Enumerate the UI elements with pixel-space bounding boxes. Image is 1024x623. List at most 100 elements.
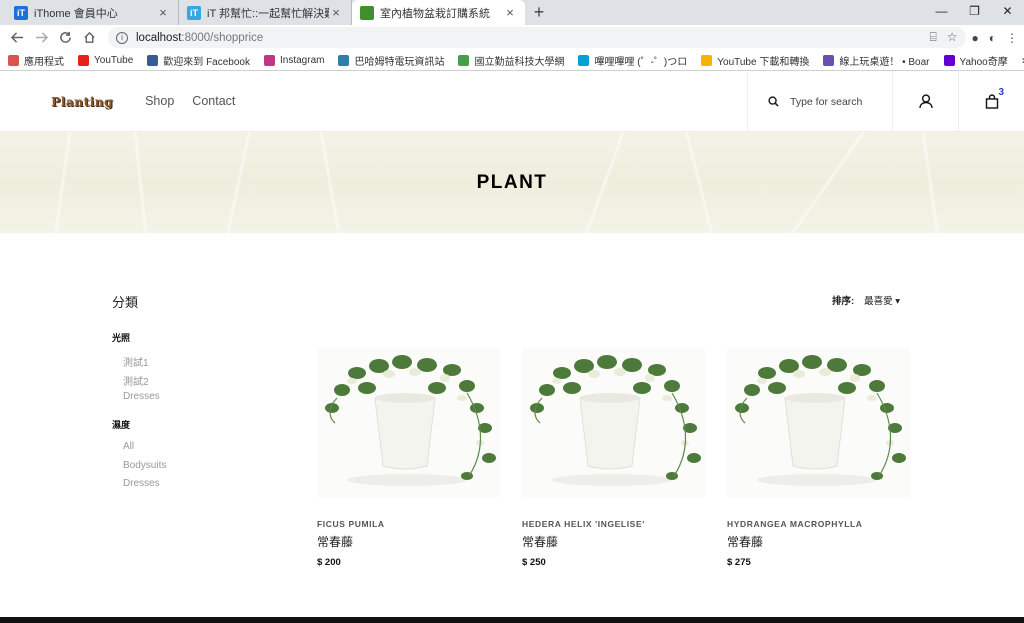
search-icon bbox=[768, 96, 779, 107]
bookmark-label: 歡迎來到 Facebook bbox=[163, 56, 250, 68]
reload-button[interactable] bbox=[54, 27, 76, 49]
filter-item[interactable]: Dresses bbox=[123, 391, 160, 402]
product-card[interactable]: HEDERA HELIX 'INGELISE' 常春藤 $ 250 bbox=[522, 348, 705, 568]
product-price: $ 250 bbox=[522, 557, 546, 568]
bookmark-ncut[interactable]: 國立勤益科技大學網 bbox=[458, 53, 564, 68]
bookmark-yt-download[interactable]: YouTube 下載和轉換 bbox=[701, 53, 809, 68]
nav-shop[interactable]: Shop bbox=[145, 94, 174, 108]
product-name[interactable]: 常春藤 bbox=[317, 533, 500, 550]
sort-control: 排序: 最喜愛 ▾ bbox=[832, 293, 900, 307]
tab-close-icon[interactable]: × bbox=[329, 5, 343, 20]
user-icon bbox=[918, 94, 933, 109]
bookmark-boardgame[interactable]: 線上玩桌遊！ • Boar bbox=[823, 53, 930, 68]
search-box[interactable]: Type for search bbox=[747, 71, 892, 132]
minimize-button[interactable]: — bbox=[925, 0, 958, 22]
tab-title: iThome 會員中心 bbox=[34, 7, 118, 20]
apps-grid-icon bbox=[8, 54, 19, 66]
browser-toolbar: i localhost:8000/shopprice ⌸ ☆ ● ◐ ⋮ bbox=[0, 25, 1024, 50]
extension-icon[interactable]: ● bbox=[972, 31, 979, 45]
bookmark-yahoo[interactable]: Yahoo奇摩 bbox=[943, 53, 1008, 68]
site-logo[interactable]: Planting bbox=[51, 94, 113, 109]
site-header: Planting Shop Contact Type for search 3 bbox=[0, 71, 1024, 132]
product-price: $ 200 bbox=[317, 557, 341, 568]
potted-ivy-image bbox=[317, 348, 500, 498]
product-card[interactable]: FICUS PUMILA 常春藤 $ 200 bbox=[317, 348, 500, 568]
bookmark-youtube[interactable]: YouTube bbox=[78, 54, 134, 66]
filter-item[interactable]: Dresses bbox=[123, 478, 160, 489]
search-placeholder: Type for search bbox=[790, 95, 863, 108]
potted-ivy-image bbox=[522, 348, 705, 498]
window-controls: — ❐ ✕ bbox=[925, 0, 1024, 22]
filter-item[interactable]: All bbox=[123, 441, 134, 452]
taskbar-edge bbox=[0, 617, 1024, 623]
reload-icon bbox=[59, 31, 71, 43]
bookmark-label: 線上玩桌遊！ • Boar bbox=[839, 56, 930, 68]
bookmark-instagram[interactable]: Instagram bbox=[264, 54, 324, 66]
bookmark-facebook[interactable]: 歡迎來到 Facebook bbox=[147, 53, 250, 68]
bilibili-icon bbox=[578, 54, 590, 66]
cart-button[interactable]: 3 bbox=[958, 71, 1024, 132]
translate-icon[interactable]: ⌸ bbox=[930, 30, 937, 45]
bookmark-bahamut[interactable]: 巴哈姆特電玩資訊站 bbox=[338, 53, 444, 68]
bookmark-apps[interactable]: 應用程式 bbox=[8, 53, 64, 68]
bahamut-icon bbox=[338, 54, 350, 66]
bookmark-label: 嗶哩嗶哩 (゜-゜)つロ bbox=[594, 56, 688, 68]
yahoo-icon bbox=[943, 54, 955, 66]
browser-tab-plant-shop[interactable]: 室內植物盆栽訂購系統 × bbox=[352, 0, 525, 25]
ncut-icon bbox=[458, 54, 470, 66]
menu-kebab-icon[interactable]: ⋮ bbox=[1006, 31, 1018, 45]
filter-item[interactable]: 測試2 bbox=[123, 373, 149, 388]
cart-count-badge: 3 bbox=[998, 87, 1004, 98]
profile-avatar-icon[interactable]: ◐ bbox=[989, 31, 996, 45]
forward-button[interactable] bbox=[30, 27, 52, 49]
product-card[interactable]: HYDRANGEA MACROPHYLLA 常春藤 $ 275 bbox=[727, 348, 910, 568]
product-name[interactable]: 常春藤 bbox=[727, 533, 910, 550]
sort-dropdown[interactable]: 最喜愛 ▾ bbox=[864, 293, 900, 307]
shop-section: 分類 光照 測試1 測試2 Dresses 濕度 All Bodysuits D… bbox=[0, 233, 1024, 616]
close-window-button[interactable]: ✕ bbox=[991, 0, 1024, 22]
bookmark-label: YouTube 下載和轉換 bbox=[717, 56, 810, 68]
new-tab-button[interactable]: + bbox=[525, 0, 553, 25]
home-button[interactable] bbox=[78, 27, 100, 49]
bookmark-bilibili[interactable]: 嗶哩嗶哩 (゜-゜)つロ bbox=[578, 53, 687, 68]
back-button[interactable] bbox=[6, 27, 28, 49]
plant-favicon bbox=[360, 5, 374, 20]
product-price: $ 275 bbox=[727, 557, 751, 568]
ithelp-favicon: iT bbox=[187, 5, 201, 20]
product-image[interactable] bbox=[522, 348, 705, 498]
bookmark-star-icon[interactable]: ☆ bbox=[947, 30, 958, 45]
main-nav: Shop Contact bbox=[145, 94, 235, 108]
browser-tab-strip: iT iThome 會員中心 × iT iT 邦幫忙::一起幫忙解決難題，拯 ×… bbox=[0, 0, 1024, 25]
product-name[interactable]: 常春藤 bbox=[522, 533, 705, 550]
ithome-favicon: iT bbox=[14, 5, 28, 20]
filter-item[interactable]: 測試1 bbox=[123, 354, 149, 369]
product-image[interactable] bbox=[727, 348, 910, 498]
bookmark-label: 巴哈姆特電玩資訊站 bbox=[354, 56, 445, 68]
product-image[interactable] bbox=[317, 348, 500, 498]
filter-item[interactable]: Bodysuits bbox=[123, 460, 166, 471]
shopping-bag-icon bbox=[985, 94, 998, 109]
tab-close-icon[interactable]: × bbox=[156, 5, 170, 20]
instagram-icon bbox=[264, 54, 275, 66]
address-bar[interactable]: i localhost:8000/shopprice ⌸ ☆ bbox=[108, 27, 966, 48]
restore-button[interactable]: ❐ bbox=[958, 0, 991, 22]
download-icon bbox=[701, 54, 713, 66]
facebook-icon bbox=[147, 54, 159, 66]
browser-tab-ithome[interactable]: iT iThome 會員中心 × bbox=[6, 0, 179, 25]
bookmark-label: YouTube bbox=[94, 54, 134, 66]
potted-ivy-image bbox=[727, 348, 910, 498]
info-icon[interactable]: i bbox=[116, 31, 128, 44]
account-button[interactable] bbox=[892, 71, 958, 132]
tab-close-icon[interactable]: × bbox=[503, 5, 517, 20]
bookmark-label: 應用程式 bbox=[24, 56, 64, 68]
tab-title: iT 邦幫忙::一起幫忙解決難題，拯 bbox=[207, 7, 329, 20]
youtube-icon bbox=[78, 54, 89, 66]
category-title: 分類 bbox=[112, 295, 139, 310]
boardgame-icon bbox=[823, 54, 835, 66]
nav-contact[interactable]: Contact bbox=[192, 94, 235, 108]
filter-group-light: 光照 bbox=[112, 333, 131, 343]
product-latin-name: HEDERA HELIX 'INGELISE' bbox=[522, 519, 645, 529]
browser-tab-ithelp[interactable]: iT iT 邦幫忙::一起幫忙解決難題，拯 × bbox=[179, 0, 352, 25]
tab-title: 室內植物盆栽訂購系統 bbox=[380, 7, 490, 20]
url-path: :8000/shopprice bbox=[181, 31, 264, 44]
